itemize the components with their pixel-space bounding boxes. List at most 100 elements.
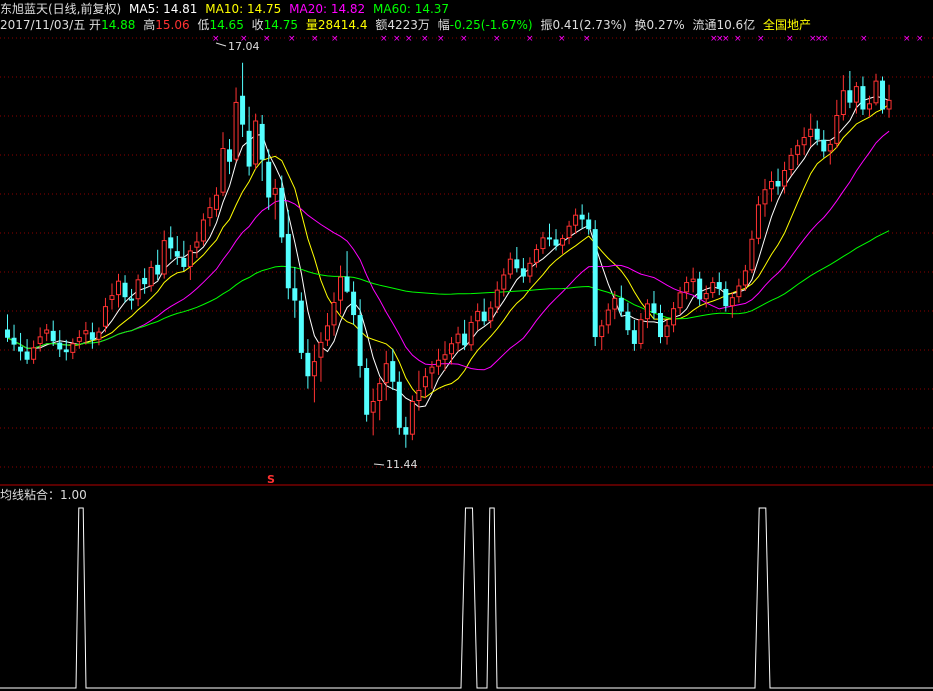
candle <box>89 322 95 349</box>
candle <box>886 84 892 118</box>
candle <box>736 278 742 303</box>
signal-cross-marker: × <box>331 34 339 44</box>
signal-cross-marker: × <box>916 34 924 44</box>
candle <box>122 275 128 303</box>
signal-cross-marker: × <box>860 34 868 44</box>
candle <box>331 292 337 336</box>
candle <box>566 220 572 245</box>
candle <box>507 252 513 279</box>
candle <box>109 283 115 310</box>
candle <box>155 249 161 280</box>
signal-cross-marker: × <box>460 34 468 44</box>
candle <box>755 196 761 245</box>
candle <box>338 265 344 315</box>
min-pointer <box>373 463 385 466</box>
candle <box>207 197 213 227</box>
candle <box>710 277 716 298</box>
candle <box>579 204 585 229</box>
candle <box>292 266 298 318</box>
candle <box>220 132 226 197</box>
candle <box>116 273 122 308</box>
signal-cross-marker: × <box>311 34 319 44</box>
ma5-line <box>7 95 890 408</box>
ma10-line <box>7 103 890 398</box>
candle <box>853 82 859 114</box>
candle <box>318 332 324 382</box>
candle <box>18 332 24 361</box>
candle <box>422 368 428 399</box>
signal-cross-marker: × <box>263 34 271 44</box>
candle <box>808 113 814 147</box>
signal-cross-marker: × <box>493 34 501 44</box>
candle <box>449 337 455 365</box>
signal-cross-marker: × <box>421 34 429 44</box>
candle <box>305 339 311 389</box>
candle <box>83 321 89 345</box>
candle <box>455 326 461 352</box>
candle <box>161 230 167 279</box>
candle <box>390 348 396 390</box>
candle <box>599 319 605 351</box>
signal-cross-marker: × <box>380 34 388 44</box>
candle <box>527 257 533 283</box>
candle <box>684 276 690 300</box>
candle <box>11 324 17 351</box>
candle <box>24 339 30 364</box>
signal-cross-marker: × <box>757 34 765 44</box>
candle <box>540 231 546 254</box>
candle <box>44 324 50 342</box>
candle <box>311 344 317 403</box>
candle <box>298 292 304 360</box>
indicator-value: 1.00 <box>60 488 87 502</box>
candle <box>135 274 141 307</box>
max-pointer <box>215 42 227 47</box>
candle <box>148 260 154 292</box>
candlestick-chart[interactable]: × × × × × × × × × × × × × × × × ××× × × × ××× × × × 17.04 11.44… <box>0 0 933 691</box>
candle <box>644 299 650 329</box>
candle <box>716 272 722 296</box>
candle <box>573 208 579 234</box>
indicator-name: 均线粘合 <box>0 488 49 502</box>
candle <box>200 213 206 246</box>
candle <box>435 348 441 375</box>
candle <box>396 371 402 435</box>
candle <box>63 339 69 361</box>
candle <box>769 171 775 202</box>
signal-cross-marker: × <box>722 34 730 44</box>
signal-cross-marker: × <box>393 34 401 44</box>
candle <box>383 350 389 401</box>
candle <box>638 313 644 349</box>
candle <box>76 330 82 349</box>
candle <box>442 341 448 371</box>
candle <box>546 223 552 247</box>
candle <box>246 106 252 176</box>
candle <box>605 303 611 334</box>
candle <box>272 178 278 220</box>
signal-cross-marker: × <box>734 34 742 44</box>
candle <box>129 288 135 310</box>
ma20-line <box>7 130 890 371</box>
candle <box>788 148 794 176</box>
candle <box>174 236 180 265</box>
candle <box>553 229 559 251</box>
candle <box>834 99 840 148</box>
candle <box>5 314 10 342</box>
candle <box>475 303 481 331</box>
candle <box>664 319 670 345</box>
candle <box>514 247 520 273</box>
candle <box>31 340 37 364</box>
candle <box>357 299 363 378</box>
candle <box>840 75 846 121</box>
candle <box>377 377 383 421</box>
candle <box>801 127 807 155</box>
signal-cross-marker: × <box>786 34 794 44</box>
candle <box>416 370 422 411</box>
signal-cross-marker: × <box>903 34 911 44</box>
candle <box>658 304 663 344</box>
candle <box>259 115 265 181</box>
max-price-label: 17.04 <box>228 40 260 53</box>
signal-cross-marker: × <box>288 34 296 44</box>
candle <box>592 220 598 346</box>
candle <box>370 388 376 436</box>
candle <box>213 187 219 217</box>
